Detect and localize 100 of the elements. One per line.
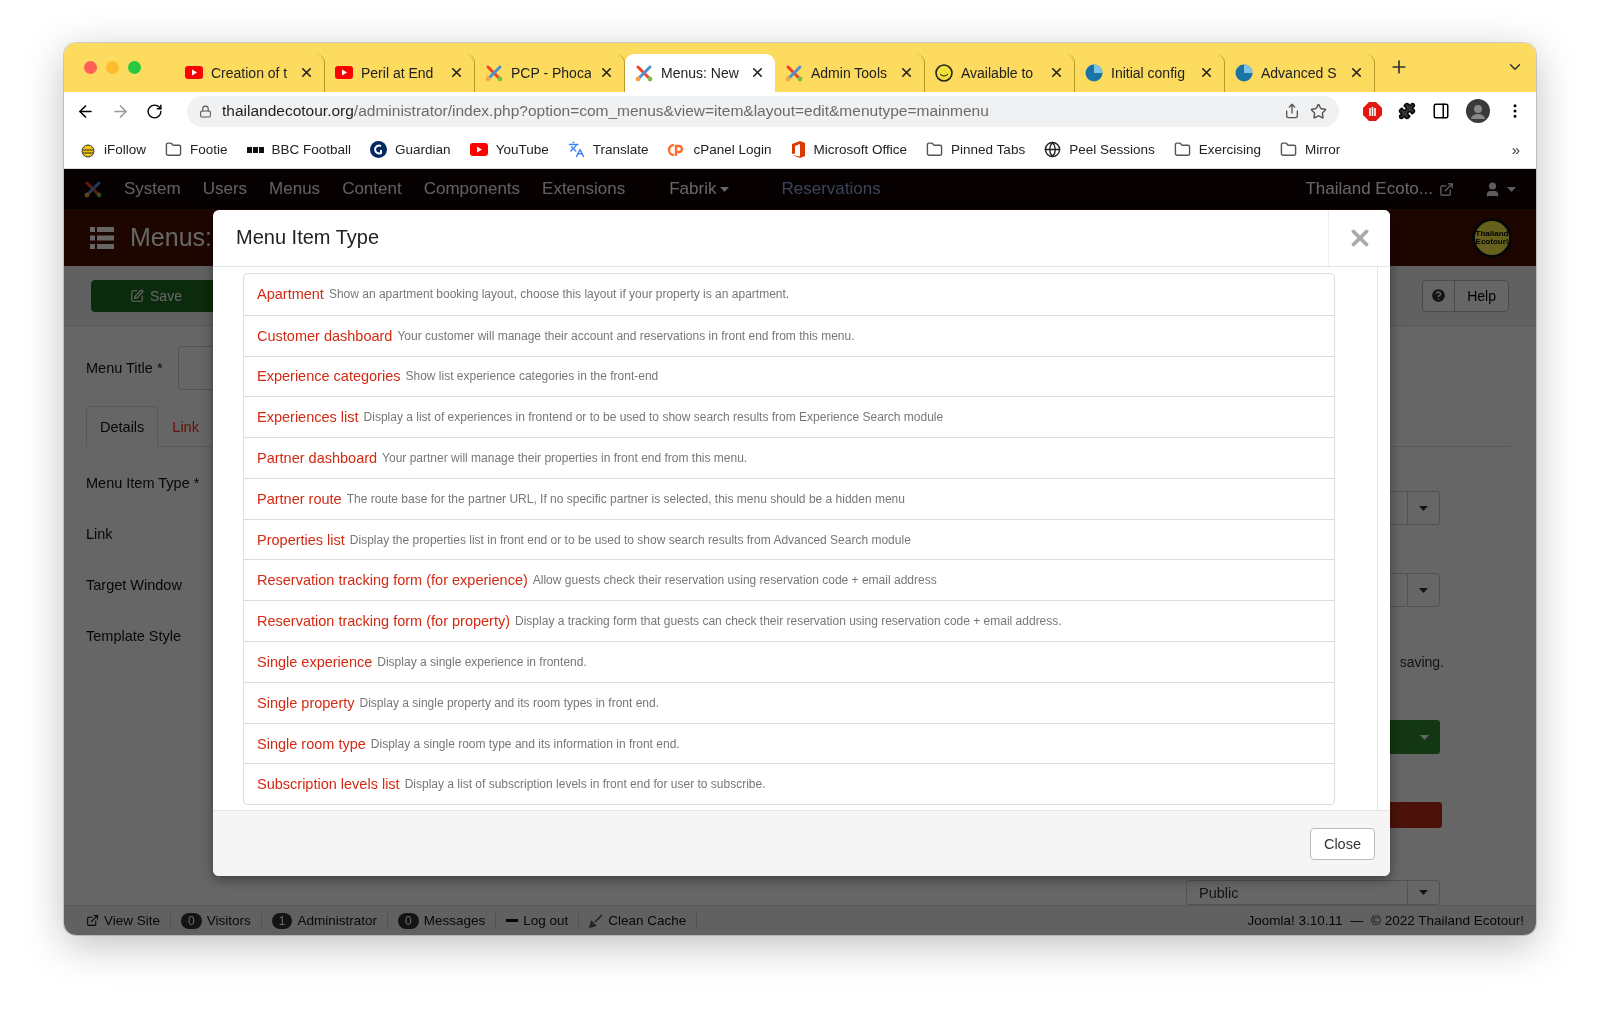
nav-menu-item[interactable]: Components	[423, 179, 521, 199]
browser-tab[interactable]: Initial config	[1075, 53, 1225, 92]
bookmark-item[interactable]: Peel Sessions	[1044, 141, 1155, 159]
status-item[interactable]: Clean Cache	[579, 913, 698, 928]
video-play-icon	[185, 66, 203, 80]
menu-type-item[interactable]: Partner dashboard Your partner will manage their properties in front end from this menu.	[244, 437, 1334, 478]
bee-icon	[80, 141, 96, 158]
list-icon	[90, 226, 114, 249]
bookmark-item[interactable]: cPanel Login	[667, 142, 772, 158]
field-label: Menu Title *	[86, 360, 164, 376]
access-select[interactable]: Public	[1186, 880, 1440, 905]
share-icon[interactable]	[1284, 103, 1300, 120]
close-button[interactable]: Close	[1309, 827, 1375, 860]
help-button[interactable]: Help	[1422, 279, 1509, 312]
field-label: Template Style	[86, 628, 183, 644]
letter-g-icon	[370, 141, 388, 159]
dialog-title: Menu Item Type	[235, 226, 381, 250]
browser-tab[interactable]: Peril at End	[325, 53, 475, 92]
status-item[interactable]: Log out	[496, 913, 580, 928]
status-item[interactable]: 0 Messages	[387, 912, 497, 929]
menu-type-item[interactable]: Subscription levels list Display a list of subscription levels in front end for user to subscribe.	[244, 763, 1334, 805]
browser-tab[interactable]: Advanced S	[1225, 53, 1375, 92]
bookmark-item[interactable]: YouTube	[469, 142, 549, 158]
stop-hand-icon[interactable]	[1363, 101, 1382, 121]
bookmark-item[interactable]: BBC Football	[246, 142, 352, 158]
nav-menu-item[interactable]: Extensions	[542, 179, 626, 199]
menu-type-item[interactable]: Partner route The route base for the partner URL, If no specific partner is selected, this menu should be a hidden menu	[244, 477, 1334, 519]
address-bar[interactable]: thailandecotour.org/administrator/index.php?option=com_menus&view=item&layout=edit&menutype=mainmenu	[187, 95, 1339, 127]
caret-icon	[1419, 505, 1428, 511]
field-label: Link	[86, 526, 114, 542]
cp-logo-icon	[667, 142, 686, 157]
nav-menu-item[interactable]: Content	[342, 179, 402, 199]
menu-type-item[interactable]: Reservation tracking form (for property) Display a tracking form that guests can check their reservation using reservation code + email address.	[244, 600, 1334, 642]
more-bookmarks-button[interactable]: »	[1511, 141, 1520, 159]
profile-avatar-icon[interactable]	[1466, 99, 1490, 124]
help-text: saving.	[1398, 654, 1444, 672]
star-logo-icon	[785, 63, 803, 82]
office-logo-icon	[790, 141, 806, 159]
broom-icon	[589, 913, 604, 928]
three-squares-icon	[246, 146, 264, 153]
url-text: thailandecotour.org/administrator/index.php?option=com_menus&view=item&layout=edit&menutype=mainmenu	[222, 102, 990, 121]
menu-type-item[interactable]: Customer dashboard Your customer will manage their account and reservations in front end from this menu.	[244, 314, 1334, 356]
video-play-icon	[469, 143, 488, 157]
menu-type-item[interactable]: Single experience Display a single experience in frontend.	[244, 641, 1334, 682]
menu-type-item[interactable]: Experiences list Display a list of experiences in frontend or to be used to show search results from Experience Search module	[244, 396, 1334, 438]
user-icon[interactable]	[1484, 180, 1501, 198]
menu-type-item[interactable]: Single property Display a single property and its room types in front end.	[244, 681, 1334, 723]
status-item[interactable]: 0 Visitors	[171, 912, 262, 929]
menu-type-item[interactable]: Single room type Display a single room type and its information in front end.	[244, 722, 1334, 764]
bookmark-item[interactable]: Guardian	[370, 141, 451, 159]
form-tab[interactable]: Details	[86, 406, 159, 447]
globe-icon	[1044, 141, 1062, 159]
folder-icon	[926, 141, 944, 159]
bookmark-item[interactable]: Footie	[165, 141, 228, 159]
count-badge: 0	[181, 912, 202, 929]
count-badge: 1	[271, 912, 293, 929]
bookmark-item[interactable]: Microsoft Office	[790, 141, 908, 159]
browser-tab[interactable]: Menus: New	[625, 53, 775, 92]
status-item[interactable]: 1 Administrator	[261, 912, 388, 929]
browser-tab[interactable]: Available to	[925, 53, 1075, 92]
nav-menu-item[interactable]: Users	[202, 179, 248, 199]
bookmark-star-icon[interactable]	[1310, 102, 1327, 120]
bookmark-item[interactable]: Mirror	[1280, 141, 1341, 159]
folder-icon	[1173, 141, 1191, 159]
browser-tab[interactable]: Creation of t	[175, 53, 325, 92]
menu-type-item[interactable]: Reservation tracking form (for experience) Allow guests check their reservation using reservation code + email address	[244, 559, 1334, 601]
menu-type-item[interactable]: Experience categories Show list experience categories in the front-end	[244, 355, 1334, 397]
edit-icon	[130, 288, 145, 303]
status-item[interactable]: View Site	[76, 913, 172, 928]
bookmark-item[interactable]: Translate	[567, 141, 649, 159]
footer-credits: Joomla! 3.10.11 — © 2022 Thailand Ecotour!	[1247, 913, 1524, 928]
question-icon	[1430, 287, 1448, 304]
bookmark-item[interactable]: Pinned Tabs	[926, 141, 1026, 159]
folder-icon	[1280, 141, 1297, 159]
menu-type-item[interactable]: Properties list Display the properties list in front end or to be used to show search results from Advanced Search module	[244, 518, 1334, 560]
star-logo-icon	[84, 180, 102, 198]
pie-chart-icon	[1085, 63, 1103, 82]
site-link[interactable]: Thailand Ecoto...	[1305, 179, 1454, 199]
menu-type-item[interactable]: Apartment Show an apartment booking layout, choose this layout if your property is an apartment.	[244, 273, 1334, 315]
site-logo: Thailand Ecotour!	[1472, 217, 1512, 258]
side-panel-icon[interactable]	[1432, 102, 1450, 121]
minus-icon	[506, 919, 519, 922]
smiley-icon	[935, 63, 953, 82]
lock-icon	[199, 104, 212, 118]
nav-menu-item[interactable]: System	[124, 179, 181, 199]
caret-icon	[1507, 186, 1516, 192]
caret-icon	[720, 186, 730, 192]
caret-icon	[1419, 587, 1428, 593]
extensions-icon[interactable]	[1398, 102, 1416, 121]
star-logo-icon	[635, 63, 653, 82]
caret-icon	[1419, 890, 1428, 895]
browser-tab[interactable]: Admin Tools	[775, 53, 925, 92]
nav-menu-item[interactable]: Fabrik	[669, 179, 730, 199]
bookmark-item[interactable]: Exercising	[1173, 141, 1261, 159]
reload-icon[interactable]	[146, 102, 163, 120]
field-label: Target Window	[86, 577, 183, 593]
bookmark-item[interactable]: iFollow	[80, 141, 146, 158]
count-badge: 0	[397, 912, 419, 929]
nav-menu-item[interactable]: Menus	[269, 179, 321, 199]
pie-chart-icon	[1235, 63, 1253, 82]
